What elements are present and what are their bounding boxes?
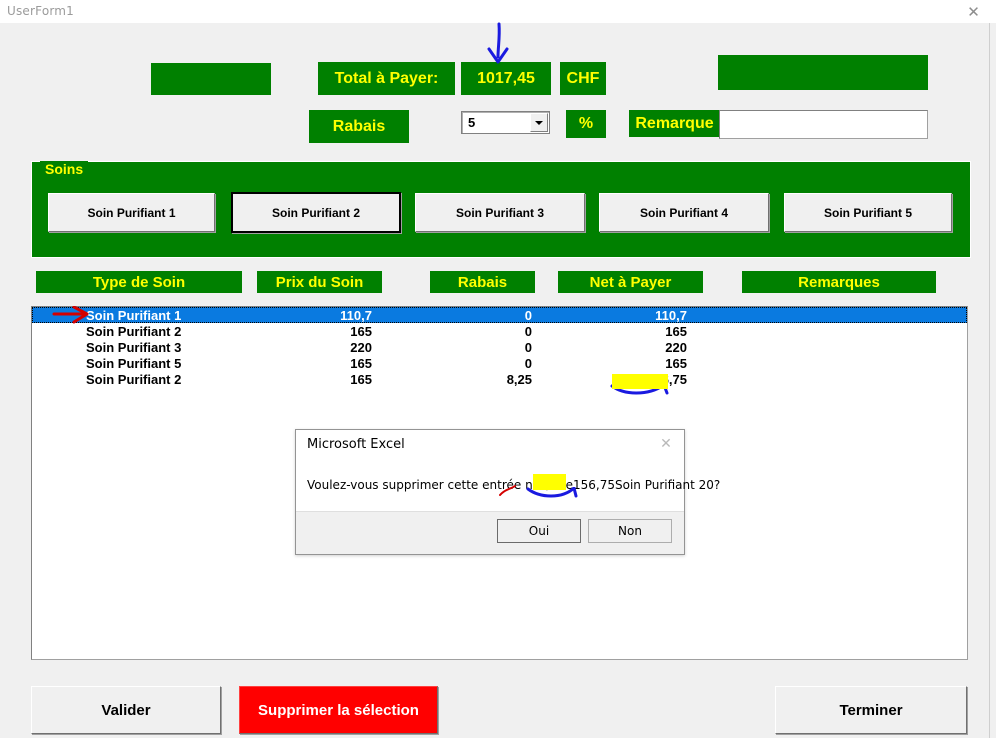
cell-net-a-payer: 165 bbox=[665, 356, 687, 371]
dialog-title: Microsoft Excel bbox=[307, 437, 405, 452]
valider-button[interactable]: Valider bbox=[31, 686, 221, 734]
cell-type-de-soin: Soin Purifiant 2 bbox=[86, 324, 182, 339]
table-row[interactable]: Soin Purifiant 21658,25156,75 bbox=[32, 371, 967, 387]
remarque-label: Remarque bbox=[629, 110, 720, 137]
table-row[interactable]: Soin Purifiant 2 165 0 165 bbox=[32, 323, 967, 339]
total-a-payer-label: Total à Payer: bbox=[318, 62, 455, 95]
blank-green-label-left bbox=[151, 63, 271, 95]
terminer-button[interactable]: Terminer bbox=[775, 686, 967, 734]
rabais-label: Rabais bbox=[309, 110, 409, 143]
cell-prix-du-soin: 110,7 bbox=[340, 308, 372, 323]
cell-net-a-payer: 110,7 bbox=[655, 308, 687, 323]
cell-type-de-soin: Soin Purifiant 3 bbox=[86, 340, 182, 355]
cell-prix-du-soin: 165 bbox=[350, 356, 372, 371]
window-title: UserForm1 bbox=[7, 4, 75, 18]
dialog-footer: Oui Non bbox=[296, 511, 684, 554]
column-header-net-a-payer: Net à Payer bbox=[558, 271, 703, 293]
yellow-highlight-net-annotation bbox=[612, 374, 668, 389]
dialog-message-amount: 156,75 bbox=[573, 478, 616, 492]
soin-purifiant-5-button[interactable]: Soin Purifiant 5 bbox=[784, 193, 952, 232]
column-header-remarques: Remarques bbox=[742, 271, 936, 293]
cell-net-a-payer: 220 bbox=[665, 340, 687, 355]
cell-type-de-soin: Soin Purifiant 1 bbox=[86, 308, 182, 323]
cell-rabais: 0 bbox=[524, 308, 532, 323]
close-icon[interactable]: ✕ bbox=[658, 436, 674, 452]
remarque-input[interactable] bbox=[719, 110, 928, 139]
cell-prix-du-soin: 165 bbox=[350, 324, 372, 339]
cell-net-a-payer: 165 bbox=[665, 324, 687, 339]
table-row[interactable]: Soin Purifiant 3 220 0 220 bbox=[32, 339, 967, 355]
cell-rabais: 0 bbox=[524, 324, 532, 339]
percent-label: % bbox=[566, 110, 606, 138]
table-row[interactable]: Soin Purifiant 1 110,7 0 110,7 bbox=[32, 307, 967, 323]
soin-purifiant-1-button[interactable]: Soin Purifiant 1 bbox=[48, 193, 215, 232]
cell-rabais: 0 bbox=[524, 356, 532, 371]
userform-window: UserForm1 ✕ Total à Payer: 1017,45 CHF R… bbox=[0, 0, 996, 738]
dialog-message-before: Voulez-vous supprimer cette entrée n° bbox=[307, 478, 539, 492]
soin-purifiant-3-button[interactable]: Soin Purifiant 3 bbox=[415, 193, 585, 232]
dialog-oui-button[interactable]: Oui bbox=[497, 519, 581, 543]
table-row[interactable]: Soin Purifiant 5 165 0 165 bbox=[32, 355, 967, 371]
column-header-prix-du-soin: Prix du Soin bbox=[257, 271, 382, 293]
blank-green-label-right bbox=[718, 55, 928, 90]
cell-rabais: 8,25 bbox=[506, 372, 532, 387]
yellow-highlight-dialog-annotation bbox=[533, 474, 566, 490]
excel-message-dialog: Microsoft Excel ✕ Voulez-vous supprimer … bbox=[295, 429, 720, 555]
supprimer-la-selection-button[interactable]: Supprimer la sélection bbox=[239, 686, 438, 734]
column-header-type-de-soin: Type de Soin bbox=[36, 271, 242, 293]
window-titlebar: UserForm1 ✕ bbox=[0, 0, 996, 24]
cell-prix-du-soin: 220 bbox=[350, 340, 372, 355]
currency-label: CHF bbox=[560, 62, 606, 95]
cell-prix-du-soin: 165 bbox=[350, 372, 372, 387]
dialog-message-after: Soin Purifiant 20? bbox=[615, 478, 721, 492]
form-scrollbar-edge[interactable] bbox=[989, 23, 990, 738]
soin-purifiant-4-button[interactable]: Soin Purifiant 4 bbox=[599, 193, 769, 232]
cell-type-de-soin: Soin Purifiant 2 bbox=[86, 372, 182, 387]
rabais-dropdown-value: 5 bbox=[468, 115, 476, 130]
cell-type-de-soin: Soin Purifiant 5 bbox=[86, 356, 182, 371]
total-amount-value: 1017,45 bbox=[461, 62, 551, 95]
rabais-dropdown[interactable]: 5 bbox=[461, 111, 550, 134]
cell-rabais: 0 bbox=[524, 340, 532, 355]
soins-frame-caption: Soins bbox=[40, 161, 89, 177]
dialog-message: Voulez-vous supprimer cette entrée n°0/5… bbox=[307, 478, 720, 492]
close-icon[interactable]: ✕ bbox=[951, 0, 996, 23]
soin-purifiant-2-button[interactable]: Soin Purifiant 2 bbox=[231, 192, 401, 233]
column-header-rabais: Rabais bbox=[430, 271, 535, 293]
dialog-non-button[interactable]: Non bbox=[588, 519, 672, 543]
form-body: Total à Payer: 1017,45 CHF Rabais 5 % Re… bbox=[0, 22, 996, 738]
chevron-down-icon[interactable] bbox=[530, 113, 548, 132]
